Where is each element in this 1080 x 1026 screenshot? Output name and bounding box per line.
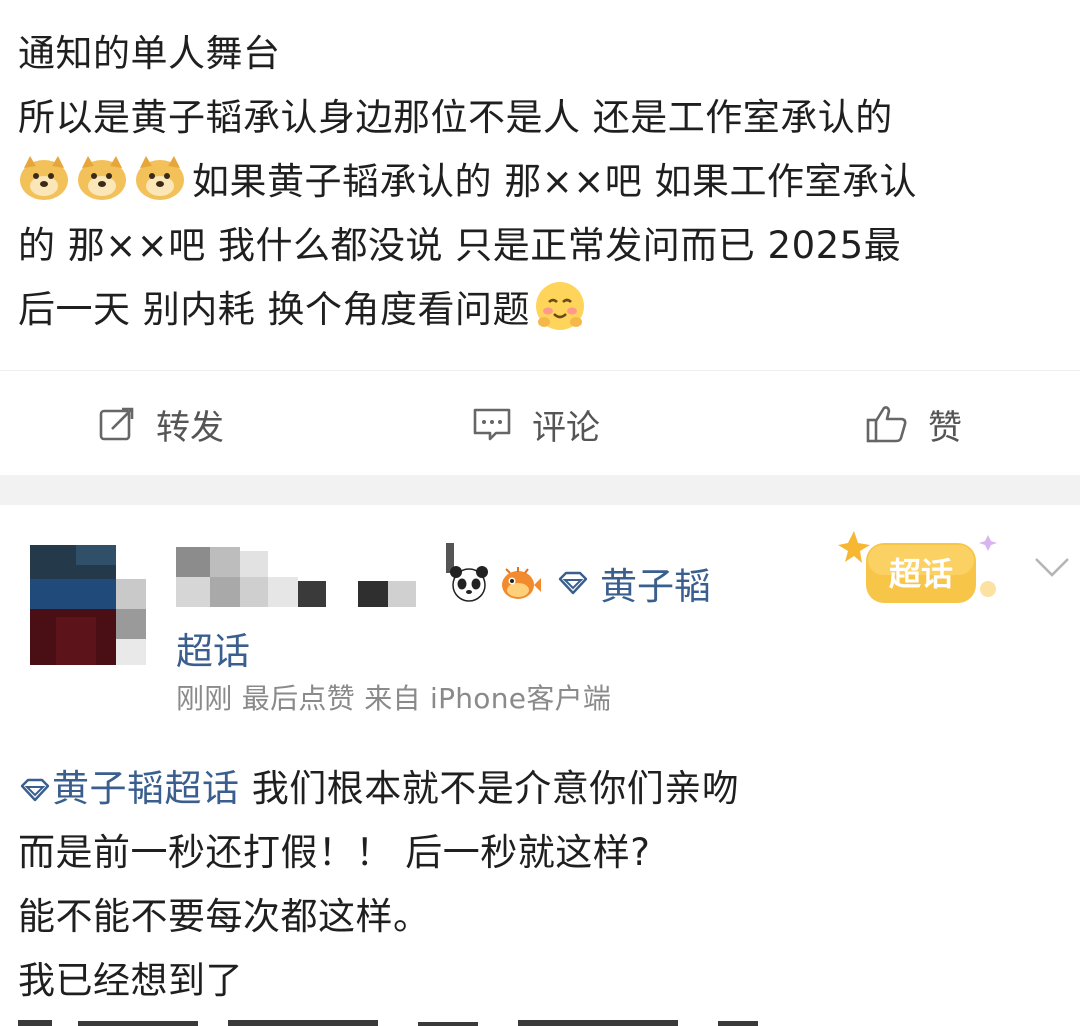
topic-link[interactable]: 黄子韬 [556, 556, 711, 610]
divider [0, 370, 1080, 371]
super-topic-badge-label: 超话 [889, 555, 953, 593]
inline-topic-link[interactable]: 黄子韬超话 [18, 767, 240, 810]
blush-emoji-icon [536, 282, 585, 330]
post-1-line-with-emoji: 如果黄子韬承认的 那××吧 如果工作室承认 [18, 150, 1068, 214]
topic-name: 黄子韬 [600, 565, 711, 608]
post-2: 黄子韬 超话 超话 刚刚 最后点赞 来自 iPhone客户端 黄子韬超话 我们根… [0, 505, 1080, 1026]
post-1-line: 所以是黄子韬承认身边那位不是人 还是工作室承认的 [18, 96, 893, 139]
author-badges: 黄子韬 [446, 553, 711, 613]
post-1-line: 通知的单人舞台 [18, 32, 281, 75]
post-2-line: 而是前一秒还打假！！ 后一秒就这样? [18, 831, 651, 874]
thumbs-up-icon [866, 406, 907, 443]
post-meta: 刚刚 最后点赞 来自 iPhone客户端 [176, 682, 612, 715]
panda-icon [450, 566, 488, 602]
super-topic-badge[interactable]: 超话 [838, 529, 1018, 619]
comment-button[interactable]: 评论 [472, 402, 600, 448]
comment-label: 评论 [532, 407, 600, 448]
post-1-line-with-emoji: 后一天 别内耗 换个角度看问题 [18, 278, 1068, 342]
post-2-line: 能不能不要每次都这样。 [18, 895, 431, 938]
comment-icon [473, 408, 511, 441]
doge-emoji-icon [20, 156, 68, 200]
post-1-action-bar: 转发 评论 赞 [0, 380, 1080, 470]
topic-suffix[interactable]: 超话 [176, 621, 250, 675]
chevron-down-icon[interactable] [1032, 555, 1072, 579]
avatar[interactable] [26, 545, 150, 669]
diamond-icon [558, 571, 588, 595]
post-1-body: 通知的单人舞台 所以是黄子韬承认身边那位不是人 还是工作室承认的 如果黄子韬承认… [18, 22, 1068, 342]
pufferfish-icon [502, 567, 541, 599]
feed-separator [0, 475, 1080, 505]
post-1-line-text: 后一天 别内耗 换个角度看问题 [18, 288, 531, 331]
diamond-icon [20, 778, 50, 802]
doge-emoji-icon [136, 156, 184, 200]
post-1-line-text: 如果黄子韬承认的 那××吧 如果工作室承认 [192, 160, 918, 203]
repost-button[interactable]: 转发 [98, 402, 224, 448]
cropped-text-line [18, 1020, 758, 1026]
post-2-line-with-topic: 黄子韬超话 我们根本就不是介意你们亲吻 [18, 757, 1068, 821]
post-2-line: 我已经想到了 [18, 959, 243, 1002]
repost-icon [99, 407, 134, 441]
inline-topic-label: 黄子韬超话 [52, 767, 240, 810]
post-2-body: 黄子韬超话 我们根本就不是介意你们亲吻 而是前一秒还打假！！ 后一秒就这样? 能… [18, 757, 1068, 1013]
repost-label: 转发 [156, 407, 224, 448]
like-button[interactable]: 赞 [866, 402, 962, 448]
post-2-line-text: 我们根本就不是介意你们亲吻 [239, 767, 740, 810]
like-label: 赞 [928, 407, 962, 448]
blurred-username[interactable] [176, 543, 456, 609]
doge-emoji-icon [78, 156, 126, 200]
post-1-line: 的 那××吧 我什么都没说 只是正常发问而已 2025最 [18, 224, 902, 267]
